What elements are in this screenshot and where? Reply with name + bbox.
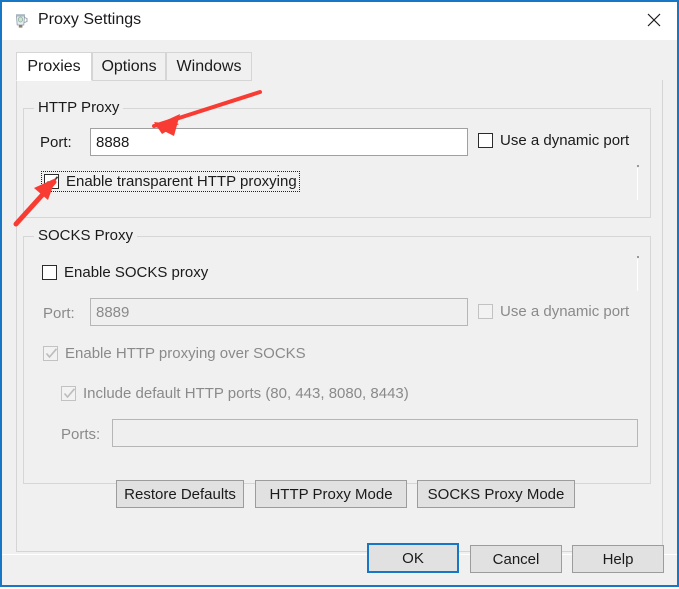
socks-proxy-mode-label: SOCKS Proxy Mode — [427, 485, 565, 503]
enable-transparent-http-proxying-box — [44, 174, 59, 189]
checkmark-icon — [45, 348, 58, 359]
http-port-input[interactable] — [90, 128, 468, 156]
enable-socks-proxy-checkbox[interactable]: Enable SOCKS proxy — [42, 264, 208, 281]
proxy-settings-dialog: Proxy Settings Proxies Options Windows H… — [0, 0, 679, 587]
tab-proxies[interactable]: Proxies — [16, 52, 92, 81]
http-proxy-mode-button[interactable]: HTTP Proxy Mode — [255, 480, 407, 508]
charles-proxy-icon — [12, 12, 30, 30]
socks-proxy-mode-button[interactable]: SOCKS Proxy Mode — [417, 480, 575, 508]
tab-proxies-label: Proxies — [27, 57, 81, 75]
http-proxy-group-title: HTTP Proxy — [34, 99, 124, 116]
socks-group-grip — [637, 259, 638, 291]
socks-port-label: Port: — [43, 305, 75, 322]
enable-http-proxying-over-socks-checkbox[interactable]: Enable HTTP proxying over SOCKS — [43, 345, 306, 362]
http-port-label: Port: — [40, 134, 72, 151]
close-icon[interactable] — [631, 2, 677, 38]
enable-transparent-http-proxying-checkbox[interactable]: Enable transparent HTTP proxying — [41, 171, 300, 192]
restore-defaults-button[interactable]: Restore Defaults — [116, 480, 244, 508]
enable-socks-proxy-label: Enable SOCKS proxy — [64, 264, 209, 281]
socks-dynamic-port-box — [478, 304, 493, 319]
cancel-label: Cancel — [492, 550, 540, 568]
enable-socks-proxy-box — [42, 265, 57, 280]
help-label: Help — [602, 550, 634, 568]
ok-label: OK — [402, 549, 424, 567]
enable-transparent-http-proxying-label: Enable transparent HTTP proxying — [66, 173, 297, 190]
include-default-http-ports-label: Include default HTTP ports (80, 443, 808… — [83, 385, 409, 402]
http-dynamic-port-box — [478, 133, 493, 148]
cancel-button[interactable]: Cancel — [470, 545, 562, 573]
title-bar: Proxy Settings — [2, 2, 677, 40]
checkmark-icon — [46, 176, 59, 187]
http-proxy-mode-label: HTTP Proxy Mode — [269, 485, 393, 503]
dialog-client-area: Proxies Options Windows HTTP Proxy Port:… — [2, 40, 677, 585]
include-default-http-ports-checkbox[interactable]: Include default HTTP ports (80, 443, 808… — [61, 385, 409, 402]
socks-ports-label: Ports: — [61, 426, 101, 443]
help-button[interactable]: Help — [572, 545, 664, 573]
socks-ports-input[interactable] — [112, 419, 638, 447]
ok-button[interactable]: OK — [367, 543, 459, 573]
include-default-http-ports-box — [61, 386, 76, 401]
enable-http-proxying-over-socks-box — [43, 346, 58, 361]
socks-port-input[interactable] — [90, 298, 468, 326]
window-title: Proxy Settings — [38, 11, 142, 28]
tabstrip: Proxies Options Windows — [16, 52, 663, 81]
tab-options[interactable]: Options — [92, 52, 166, 81]
http-dynamic-port-checkbox[interactable]: Use a dynamic port — [478, 132, 629, 149]
socks-group-grip-dot — [637, 256, 639, 258]
restore-defaults-label: Restore Defaults — [124, 485, 236, 503]
tab-options-label: Options — [101, 57, 157, 75]
socks-dynamic-port-checkbox[interactable]: Use a dynamic port — [478, 303, 629, 320]
socks-proxy-group-title: SOCKS Proxy — [34, 227, 138, 244]
enable-http-proxying-over-socks-label: Enable HTTP proxying over SOCKS — [65, 345, 306, 362]
tab-windows-label: Windows — [176, 57, 242, 75]
checkmark-icon — [63, 388, 76, 399]
tab-windows[interactable]: Windows — [166, 52, 252, 81]
http-group-grip — [637, 168, 638, 200]
http-group-grip-dot — [637, 165, 639, 167]
http-proxy-group: HTTP Proxy — [23, 99, 651, 218]
socks-dynamic-port-label: Use a dynamic port — [500, 303, 630, 320]
http-dynamic-port-label: Use a dynamic port — [500, 132, 630, 149]
